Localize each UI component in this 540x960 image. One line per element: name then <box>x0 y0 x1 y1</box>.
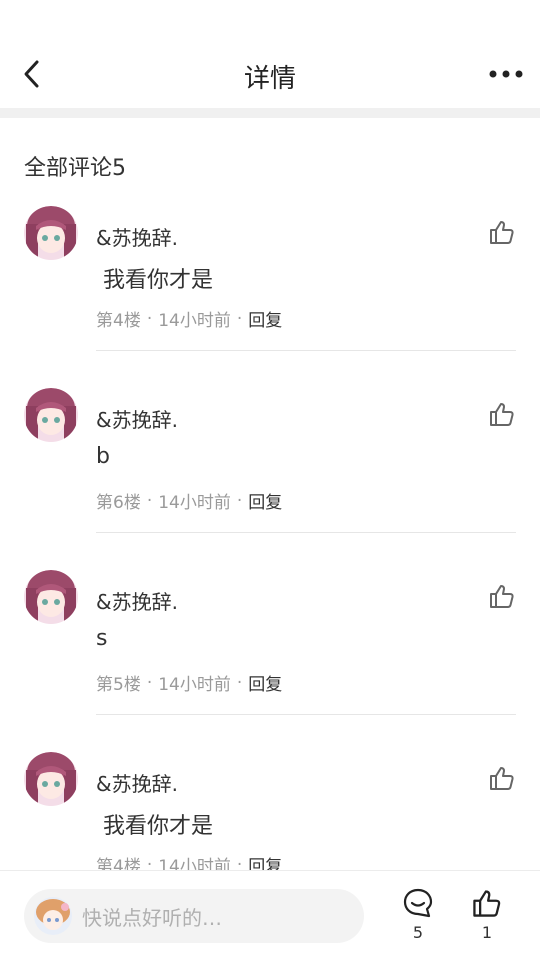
comment-content: b <box>96 444 110 469</box>
comment-meta: 第5楼 · 14小时前 · 回复 <box>96 670 282 696</box>
current-user-avatar <box>34 897 72 935</box>
comment-content: 我看你才是 <box>96 814 213 839</box>
thumbs-up-icon <box>490 403 514 426</box>
comment-item: &苏挽辞. s 第5楼 · 14小时前 · 回复 <box>0 564 540 746</box>
like-button[interactable] <box>488 400 516 428</box>
meta-dot: · <box>146 854 153 871</box>
thumbs-up-icon <box>490 767 514 790</box>
comment-item: &苏挽辞. 我看你才是 第4楼 · 14小时前 · 回复 <box>0 200 540 382</box>
top-bar: 详情 <box>0 0 540 108</box>
comment-item: &苏挽辞. b 第6楼 · 14小时前 · 回复 <box>0 382 540 564</box>
comment-username[interactable]: &苏挽辞. <box>96 404 178 433</box>
floor-label: 第6楼 <box>96 493 141 513</box>
comment-meta: 第4楼 · 14小时前 · 回复 <box>96 306 282 332</box>
floor-label: 第4楼 <box>96 857 141 870</box>
comment-username[interactable]: &苏挽辞. <box>96 768 178 797</box>
comment-count: 5 <box>412 923 424 942</box>
page-title: 详情 <box>243 64 296 94</box>
meta-dot: · <box>236 672 243 693</box>
comment-divider <box>96 714 516 715</box>
thumbs-up-icon <box>490 585 514 608</box>
avatar[interactable] <box>24 206 78 260</box>
meta-dot: · <box>146 308 153 329</box>
time-label: 14小时前 <box>158 675 231 695</box>
time-label: 14小时前 <box>158 857 231 870</box>
more-dots-icon <box>489 70 523 78</box>
comment-input[interactable]: 快说点好听的… <box>24 889 364 943</box>
comment-input-placeholder: 快说点好听的… <box>82 905 222 930</box>
avatar[interactable] <box>24 570 78 624</box>
avatar[interactable] <box>24 752 78 806</box>
meta-dot: · <box>236 490 243 511</box>
meta-dot: · <box>146 672 153 693</box>
comment-item: &苏挽辞. 我看你才是 第4楼 · 14小时前 · 回复 <box>0 746 540 870</box>
more-button[interactable] <box>486 56 526 92</box>
reply-button[interactable]: 回复 <box>248 670 282 695</box>
comment-bubble-icon <box>403 888 433 918</box>
comment-content: s <box>96 626 108 651</box>
comments-section-title: 全部评论5 <box>24 156 126 181</box>
header-divider <box>0 108 540 118</box>
comment-meta: 第4楼 · 14小时前 · 回复 <box>96 852 282 871</box>
like-button[interactable] <box>488 218 516 246</box>
comment-divider <box>96 532 516 533</box>
thumbs-up-icon <box>490 221 514 244</box>
comment-content: 我看你才是 <box>96 268 213 293</box>
thumbs-up-icon <box>473 890 501 917</box>
comment-list[interactable]: &苏挽辞. 我看你才是 第4楼 · 14小时前 · 回复 &苏挽辞. b 第6楼… <box>0 200 540 870</box>
like-button[interactable] <box>488 582 516 610</box>
meta-dot: · <box>146 490 153 511</box>
comment-meta: 第6楼 · 14小时前 · 回复 <box>96 488 282 514</box>
reply-button[interactable]: 回复 <box>248 306 282 331</box>
time-label: 14小时前 <box>158 311 231 331</box>
comment-count-button[interactable]: 5 <box>396 887 440 942</box>
bottom-bar: 快说点好听的… 5 1 <box>0 870 540 960</box>
comment-username[interactable]: &苏挽辞. <box>96 222 178 251</box>
comment-username[interactable]: &苏挽辞. <box>96 586 178 615</box>
reply-button[interactable]: 回复 <box>248 852 282 870</box>
meta-dot: · <box>236 308 243 329</box>
reply-button[interactable]: 回复 <box>248 488 282 513</box>
like-button[interactable] <box>488 764 516 792</box>
floor-label: 第5楼 <box>96 675 141 695</box>
avatar[interactable] <box>24 388 78 442</box>
like-count-button[interactable]: 1 <box>465 887 509 942</box>
like-count: 1 <box>481 923 493 942</box>
comment-divider <box>96 350 516 351</box>
meta-dot: · <box>236 854 243 871</box>
floor-label: 第4楼 <box>96 311 141 331</box>
time-label: 14小时前 <box>158 493 231 513</box>
